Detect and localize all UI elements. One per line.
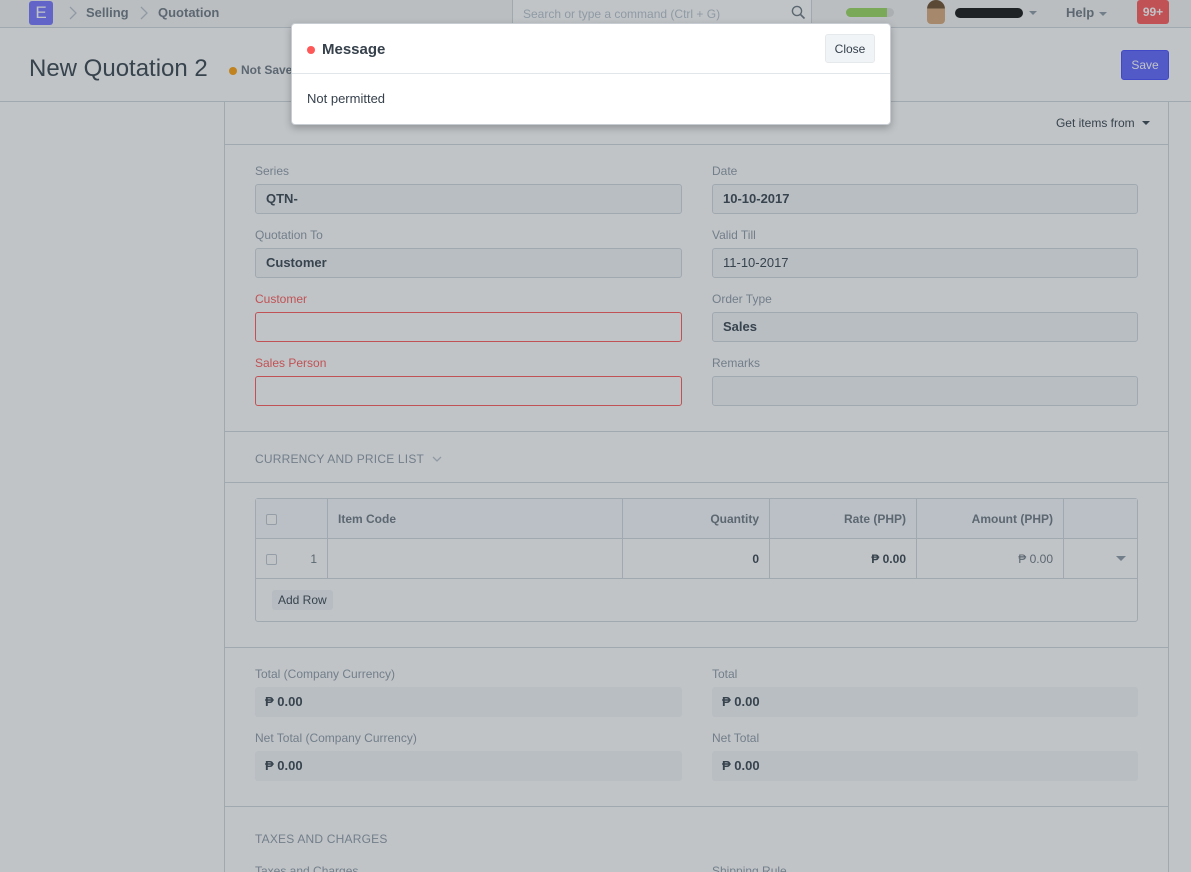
message-dialog: Message Close Not permitted xyxy=(291,23,891,125)
dialog-message: Not permitted xyxy=(307,91,386,106)
dialog-header: Message Close xyxy=(292,24,890,74)
alert-dot-icon xyxy=(307,46,315,54)
close-button[interactable]: Close xyxy=(825,34,875,63)
modal-backdrop[interactable] xyxy=(0,0,1191,872)
dialog-title: Message xyxy=(322,41,386,58)
